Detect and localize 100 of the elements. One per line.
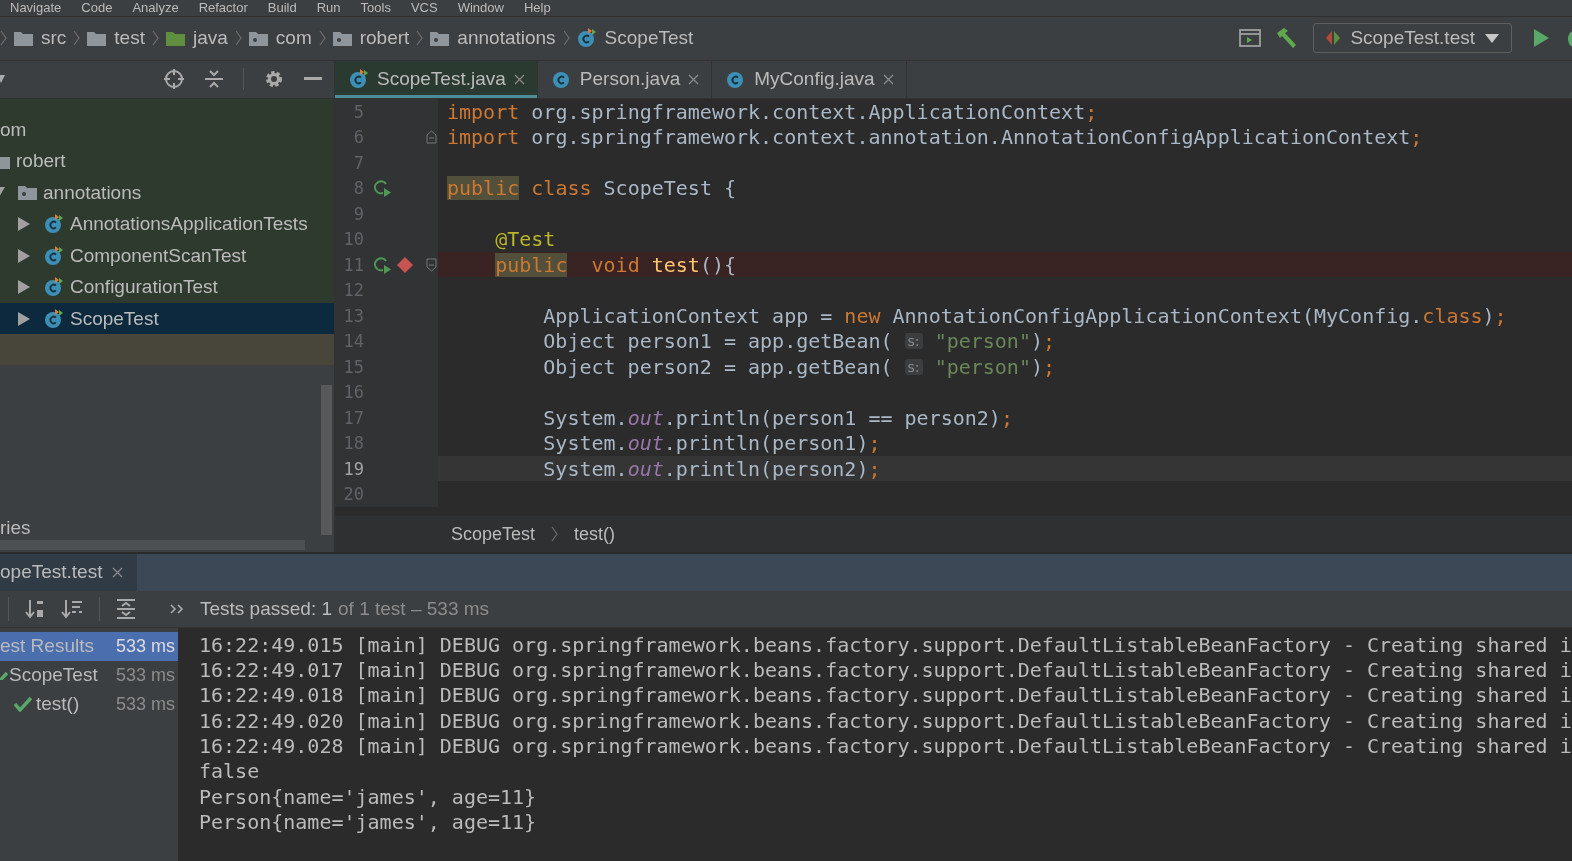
test-class-icon <box>349 69 369 90</box>
test-time: 533 ms <box>115 664 175 686</box>
fold-icon[interactable] <box>425 257 437 272</box>
expand-arrow-icon[interactable] <box>18 311 30 326</box>
package-icon <box>248 30 268 46</box>
run-tab[interactable]: opeTest.test <box>0 553 138 591</box>
config-icon <box>1326 30 1341 47</box>
run-test-icon[interactable] <box>374 255 392 274</box>
breadcrumb[interactable]: ScopeTest <box>604 27 694 50</box>
test-result-label[interactable]: ScopeTest <box>9 664 98 687</box>
breakpoint-icon[interactable] <box>396 255 414 274</box>
breadcrumb[interactable]: test() <box>574 523 616 545</box>
breadcrumb[interactable]: src <box>41 27 67 50</box>
code-line: ApplicationContext app = new AnnotationConfigApplicationContext(MyConfig.class); <box>542 302 1508 329</box>
close-icon[interactable] <box>112 566 124 578</box>
check-icon <box>0 670 8 680</box>
tree-item-label[interactable]: AnnotationsApplicationTests <box>70 213 308 236</box>
test-status: Tests passed: 1 <box>200 597 333 620</box>
menu-item[interactable]: Analyze <box>122 0 189 16</box>
chevron-icon <box>551 526 559 543</box>
fold-icon[interactable] <box>425 130 437 145</box>
sort-alphabetically-icon[interactable] <box>25 598 45 619</box>
test-class-icon <box>44 308 64 329</box>
chevron-icon <box>0 30 7 47</box>
menu-item[interactable]: Tools <box>350 0 401 16</box>
package-icon <box>332 30 352 46</box>
run-test-icon[interactable] <box>374 179 392 198</box>
tree-item-label[interactable]: annotations <box>43 181 142 204</box>
breadcrumb[interactable]: ScopeTest <box>451 523 536 545</box>
tree-item-label: om <box>0 118 27 141</box>
tree-item-label[interactable]: ConfigurationTest <box>70 276 218 299</box>
scrollbar[interactable] <box>321 384 332 535</box>
collapse-all-icon[interactable] <box>205 69 223 90</box>
tree-item-label[interactable]: ComponentScanTest <box>70 244 247 267</box>
sort-by-duration-icon[interactable] <box>61 598 83 619</box>
minimize-icon[interactable] <box>304 77 322 82</box>
menu-item[interactable]: VCS <box>400 0 448 16</box>
run-config-dropdown[interactable]: ScopeTest.test <box>1313 23 1512 54</box>
expand-arrow-icon[interactable] <box>18 280 30 295</box>
chevron-icon[interactable] <box>170 603 184 614</box>
expand-all-icon[interactable] <box>116 598 136 619</box>
code-line: public class ScopeTest { <box>446 175 737 201</box>
chevron-icon <box>234 30 242 47</box>
console-line: 16:22:49.020 [main] DEBUG org.springframework.beans.factory.support.DefaultListableBeanFactory - Creating shared i <box>199 708 1572 734</box>
code-line: import org.springframework.context.annotation.AnnotationConfigApplicationContext; <box>446 124 1424 150</box>
run-window-icon[interactable] <box>1239 29 1262 48</box>
test-class-icon <box>44 277 64 298</box>
console-line: Person{name='james', age=11} <box>199 809 538 836</box>
caret-icon[interactable] <box>0 75 5 84</box>
test-time: 533 ms <box>115 635 175 657</box>
code-line: Object person1 = app.getBean( s: "person"); <box>542 328 1057 354</box>
chevron-icon <box>562 30 570 47</box>
chevron-icon <box>416 30 424 47</box>
close-icon[interactable] <box>688 73 700 85</box>
chevron-icon <box>318 30 326 47</box>
class-icon <box>551 69 572 90</box>
settings-icon[interactable] <box>264 69 284 90</box>
test-status-detail: of 1 test – 533 ms <box>338 597 490 620</box>
test-class-icon <box>576 28 597 49</box>
tree-item[interactable]: om <box>0 113 334 146</box>
folder-icon <box>165 30 185 46</box>
code-line: System.out.println(person1); <box>542 430 882 456</box>
menu-item[interactable]: Navigate <box>0 0 72 16</box>
console-line: 16:22:49.018 [main] DEBUG org.springframework.beans.factory.support.DefaultListableBeanFactory - Creating shared i <box>199 683 1572 709</box>
menu-item[interactable]: Window <box>447 0 514 16</box>
code-line: System.out.println(person1 == person2); <box>542 404 1014 431</box>
package-icon <box>430 30 450 46</box>
tree-item-label[interactable]: ScopeTest <box>70 307 159 330</box>
breadcrumb[interactable]: annotations <box>457 27 556 50</box>
editor-tab[interactable]: ScopeTest.java <box>335 60 538 98</box>
menu-item[interactable]: Help <box>513 0 561 16</box>
console-line: 16:22:49.017 [main] DEBUG org.springframework.beans.factory.support.DefaultListableBeanFactory - Creating shared i <box>199 658 1572 684</box>
menu-item[interactable]: Build <box>257 0 307 16</box>
breadcrumb[interactable]: com <box>275 27 312 50</box>
folder-icon <box>14 30 33 46</box>
tree-item-label[interactable]: robert <box>16 150 66 173</box>
chevron-icon <box>151 30 159 47</box>
close-icon[interactable] <box>513 73 525 85</box>
run-icon[interactable] <box>1532 28 1550 49</box>
tree-item-label[interactable]: ries <box>0 516 31 539</box>
menu-item[interactable]: Run <box>306 0 351 16</box>
locate-icon[interactable] <box>163 68 185 91</box>
menu-item[interactable]: Code <box>71 0 123 16</box>
folder-icon <box>87 30 107 46</box>
console-line: false <box>199 759 261 785</box>
expand-arrow-icon[interactable] <box>18 217 30 232</box>
breadcrumb[interactable]: robert <box>359 27 410 50</box>
line-number: 19 <box>342 458 364 479</box>
console-line: 16:22:49.015 [main] DEBUG org.springframework.beans.factory.support.DefaultListableBeanFactory - Creating shared i <box>199 632 1572 659</box>
code-line: @Test <box>494 226 557 252</box>
expand-arrow-icon[interactable] <box>18 248 30 263</box>
menu-item[interactable]: Refactor <box>188 0 258 16</box>
test-time: 533 ms <box>115 693 175 715</box>
console-line: Person{name='james', age=11} <box>199 784 538 810</box>
close-icon[interactable] <box>882 73 894 85</box>
breadcrumb[interactable]: java <box>192 27 228 50</box>
test-result-label[interactable]: test() <box>36 693 80 716</box>
breadcrumb[interactable]: test <box>114 27 145 50</box>
console-line: 16:22:49.028 [main] DEBUG org.springframework.beans.factory.support.DefaultListableBeanFactory - Creating shared i <box>199 733 1572 760</box>
check-icon <box>14 696 32 713</box>
